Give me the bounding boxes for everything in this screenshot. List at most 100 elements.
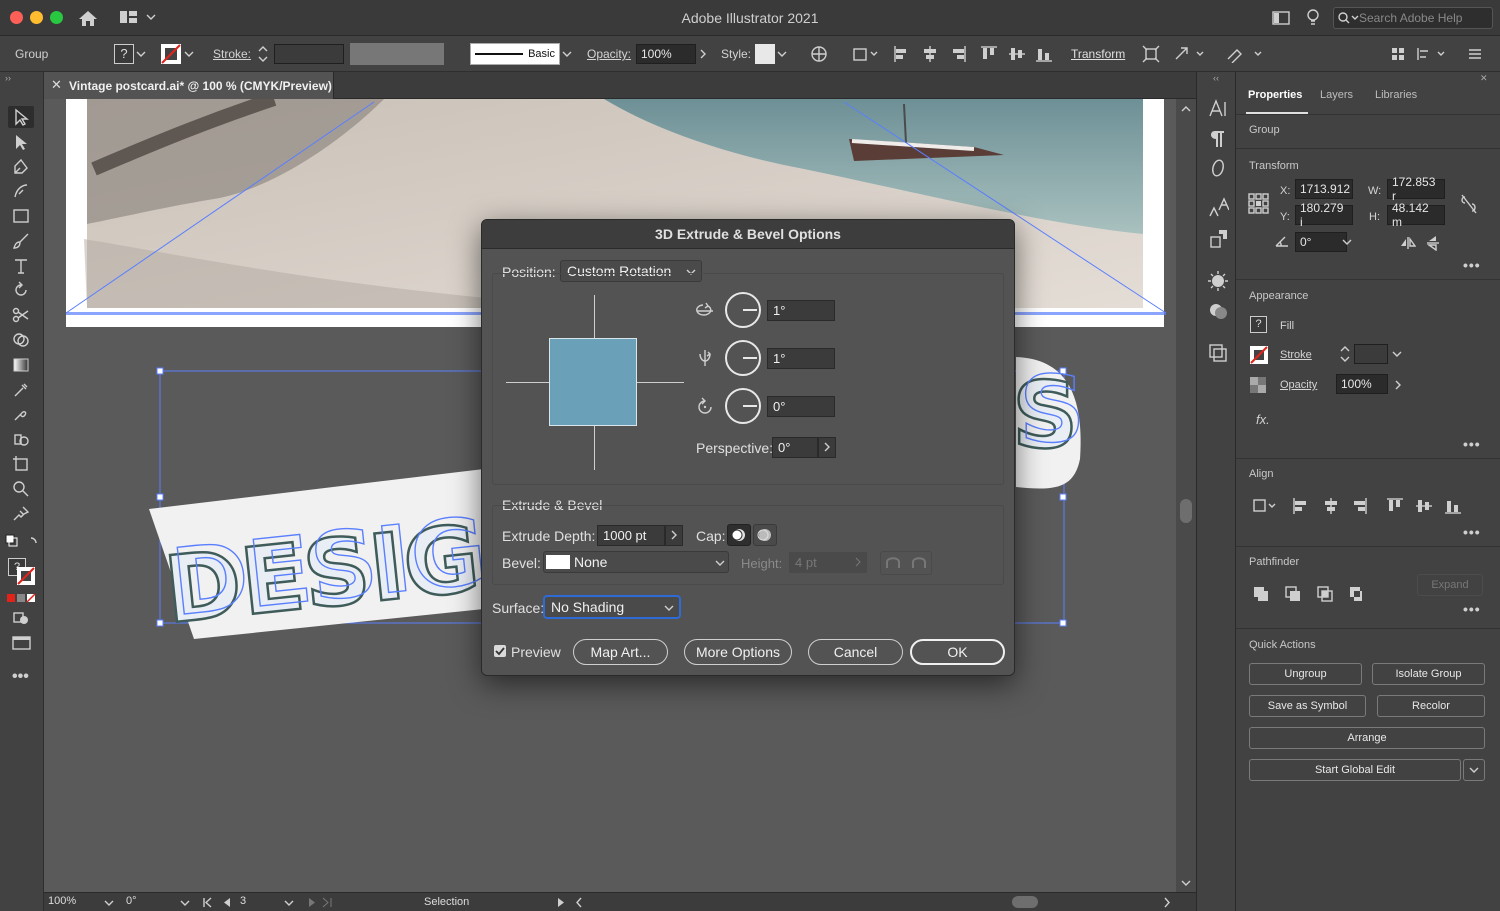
pen-tool[interactable]	[8, 156, 34, 178]
pathfinder-buttons-icons[interactable]	[1252, 584, 1362, 604]
rotate-field[interactable]: 0°	[1295, 232, 1347, 252]
map-art-button[interactable]: Map Art...	[573, 639, 668, 665]
chevron-down-icon[interactable]	[1391, 350, 1403, 358]
stroke-swatch[interactable]	[1250, 346, 1268, 364]
puppet-warp-icon[interactable]	[1225, 45, 1267, 63]
arrange-documents-icon[interactable]	[1272, 10, 1290, 26]
h-field[interactable]: 48.142 m	[1387, 201, 1445, 229]
scroll-right-icon[interactable]	[1162, 897, 1172, 908]
help-search-box[interactable]: Search Adobe Help	[1333, 7, 1493, 29]
close-tab-icon[interactable]: ✕	[51, 77, 62, 93]
rectangle-tool[interactable]	[8, 205, 34, 227]
arrange-button[interactable]: Arrange	[1249, 727, 1485, 749]
x-rotation-field[interactable]: 1°	[767, 300, 835, 321]
chevron-right-icon[interactable]	[1393, 379, 1403, 391]
bevel-dropdown[interactable]: None	[543, 551, 729, 573]
brush-definition-dropdown[interactable]: Basic	[470, 36, 574, 72]
tab-layers[interactable]: Layers	[1320, 89, 1353, 101]
perspective-slider-button[interactable]	[818, 437, 836, 458]
recolor-button[interactable]: Recolor	[1377, 695, 1485, 717]
artboard-nav-forward-icons[interactable]	[306, 897, 336, 908]
artboard-nav-back-icons[interactable]	[202, 897, 238, 908]
z-rotation-field[interactable]: 0°	[767, 396, 835, 417]
cube-face[interactable]	[549, 338, 637, 426]
type-tool[interactable]	[8, 255, 34, 277]
paintbrush-tool[interactable]	[8, 230, 34, 252]
draw-mode-icon[interactable]	[12, 610, 32, 626]
preview-label[interactable]: Preview	[511, 644, 561, 660]
flip-vertical-icon[interactable]	[1426, 235, 1440, 251]
character-styles-icon[interactable]	[1207, 196, 1229, 220]
surface-dropdown[interactable]: No Shading	[544, 596, 680, 618]
close-panel-icon[interactable]: ✕	[1480, 73, 1488, 84]
arrange-options-icons[interactable]	[1390, 45, 1490, 63]
height-field[interactable]: 4 pt	[789, 552, 849, 573]
stroke-weight-stepper[interactable]	[256, 36, 344, 72]
opacity-field[interactable]: 100%	[1336, 374, 1388, 394]
collapse-toolbar-icon[interactable]: ››	[5, 73, 11, 83]
start-global-edit-button[interactable]: Start Global Edit	[1249, 759, 1461, 781]
reference-point-icon[interactable]	[1248, 193, 1270, 215]
artboard-number-field[interactable]: 3	[240, 895, 246, 907]
tab-properties[interactable]: Properties	[1248, 89, 1302, 101]
ungroup-button[interactable]: Ungroup	[1249, 663, 1362, 685]
flip-horizontal-icon[interactable]	[1400, 236, 1416, 250]
document-tab[interactable]: ✕ Vintage postcard.ai* @ 100 % (CMYK/Pre…	[44, 72, 334, 99]
artboard-tool[interactable]	[8, 453, 34, 475]
paragraph-styles-icon[interactable]	[1207, 227, 1229, 251]
rotate-tool[interactable]	[8, 279, 34, 301]
stroke-swatch[interactable]	[160, 36, 196, 72]
global-edit-options-button[interactable]	[1463, 759, 1485, 781]
isolate-icon[interactable]	[1142, 45, 1160, 63]
blend-tool[interactable]	[8, 403, 34, 425]
opacity-label[interactable]: Opacity	[1280, 379, 1317, 391]
stroke-label[interactable]: Stroke:	[213, 36, 251, 72]
color-mode-icons[interactable]	[6, 592, 38, 604]
shape-builder-tool[interactable]	[8, 329, 34, 351]
fill-swatch[interactable]: ?	[114, 36, 148, 72]
layers-panel-icon[interactable]	[1207, 342, 1229, 364]
transform-tools-icon[interactable]	[1173, 45, 1209, 63]
constrain-proportions-icon[interactable]	[1460, 194, 1478, 214]
w-field[interactable]: 172.853 r	[1387, 175, 1445, 203]
z-rotation-dial[interactable]	[725, 388, 761, 424]
align-buttons-icons[interactable]	[1252, 496, 1472, 516]
gradient-tool[interactable]	[8, 354, 34, 376]
chevron-down-icon[interactable]	[180, 899, 190, 907]
y-rotation-dial[interactable]	[725, 340, 761, 376]
scroll-thumb[interactable]	[1180, 499, 1192, 523]
scissors-tool[interactable]	[8, 304, 34, 326]
more-options-button[interactable]: More Options	[684, 639, 792, 665]
status-menu-icon[interactable]	[556, 897, 566, 908]
ok-button[interactable]: OK	[910, 639, 1005, 665]
expand-button[interactable]: Expand	[1417, 574, 1483, 596]
character-panel-icon[interactable]	[1207, 98, 1229, 120]
graphic-style-picker[interactable]	[755, 36, 789, 72]
rotation-field[interactable]: 0°	[126, 895, 137, 907]
chevron-down-icon[interactable]	[284, 899, 294, 907]
opentype-panel-icon[interactable]	[1207, 157, 1229, 179]
height-slider-button[interactable]	[849, 552, 867, 573]
y-field[interactable]: 180.279 i	[1295, 201, 1353, 229]
curvature-tool[interactable]	[8, 180, 34, 202]
preview-checkbox[interactable]	[494, 645, 506, 657]
align-to-icon[interactable]	[852, 45, 880, 63]
swatches-panel-icon[interactable]	[1207, 300, 1229, 322]
screen-mode-icon[interactable]	[11, 634, 33, 652]
stroke-weight-field[interactable]	[1354, 344, 1388, 364]
scroll-left-icon[interactable]	[574, 897, 584, 908]
x-field[interactable]: 1713.912	[1295, 179, 1353, 199]
color-panel-icon[interactable]	[1207, 270, 1229, 292]
transform-link[interactable]: Transform	[1071, 36, 1125, 72]
selection-tool[interactable]	[8, 106, 34, 128]
fill-stroke-indicator[interactable]: ?	[8, 558, 38, 588]
opacity-value[interactable]: 100%	[636, 44, 696, 64]
save-as-symbol-button[interactable]: Save as Symbol	[1249, 695, 1366, 717]
opacity-field[interactable]: 100%	[636, 36, 710, 72]
more-align-options[interactable]: •••	[1463, 524, 1481, 540]
more-pathfinder-options[interactable]: •••	[1463, 601, 1481, 617]
stroke-weight-stepper[interactable]	[1338, 344, 1352, 364]
track-cube[interactable]	[506, 295, 684, 470]
edit-toolbar-icon[interactable]: •••	[12, 668, 29, 686]
variable-width-profile[interactable]	[350, 43, 444, 65]
